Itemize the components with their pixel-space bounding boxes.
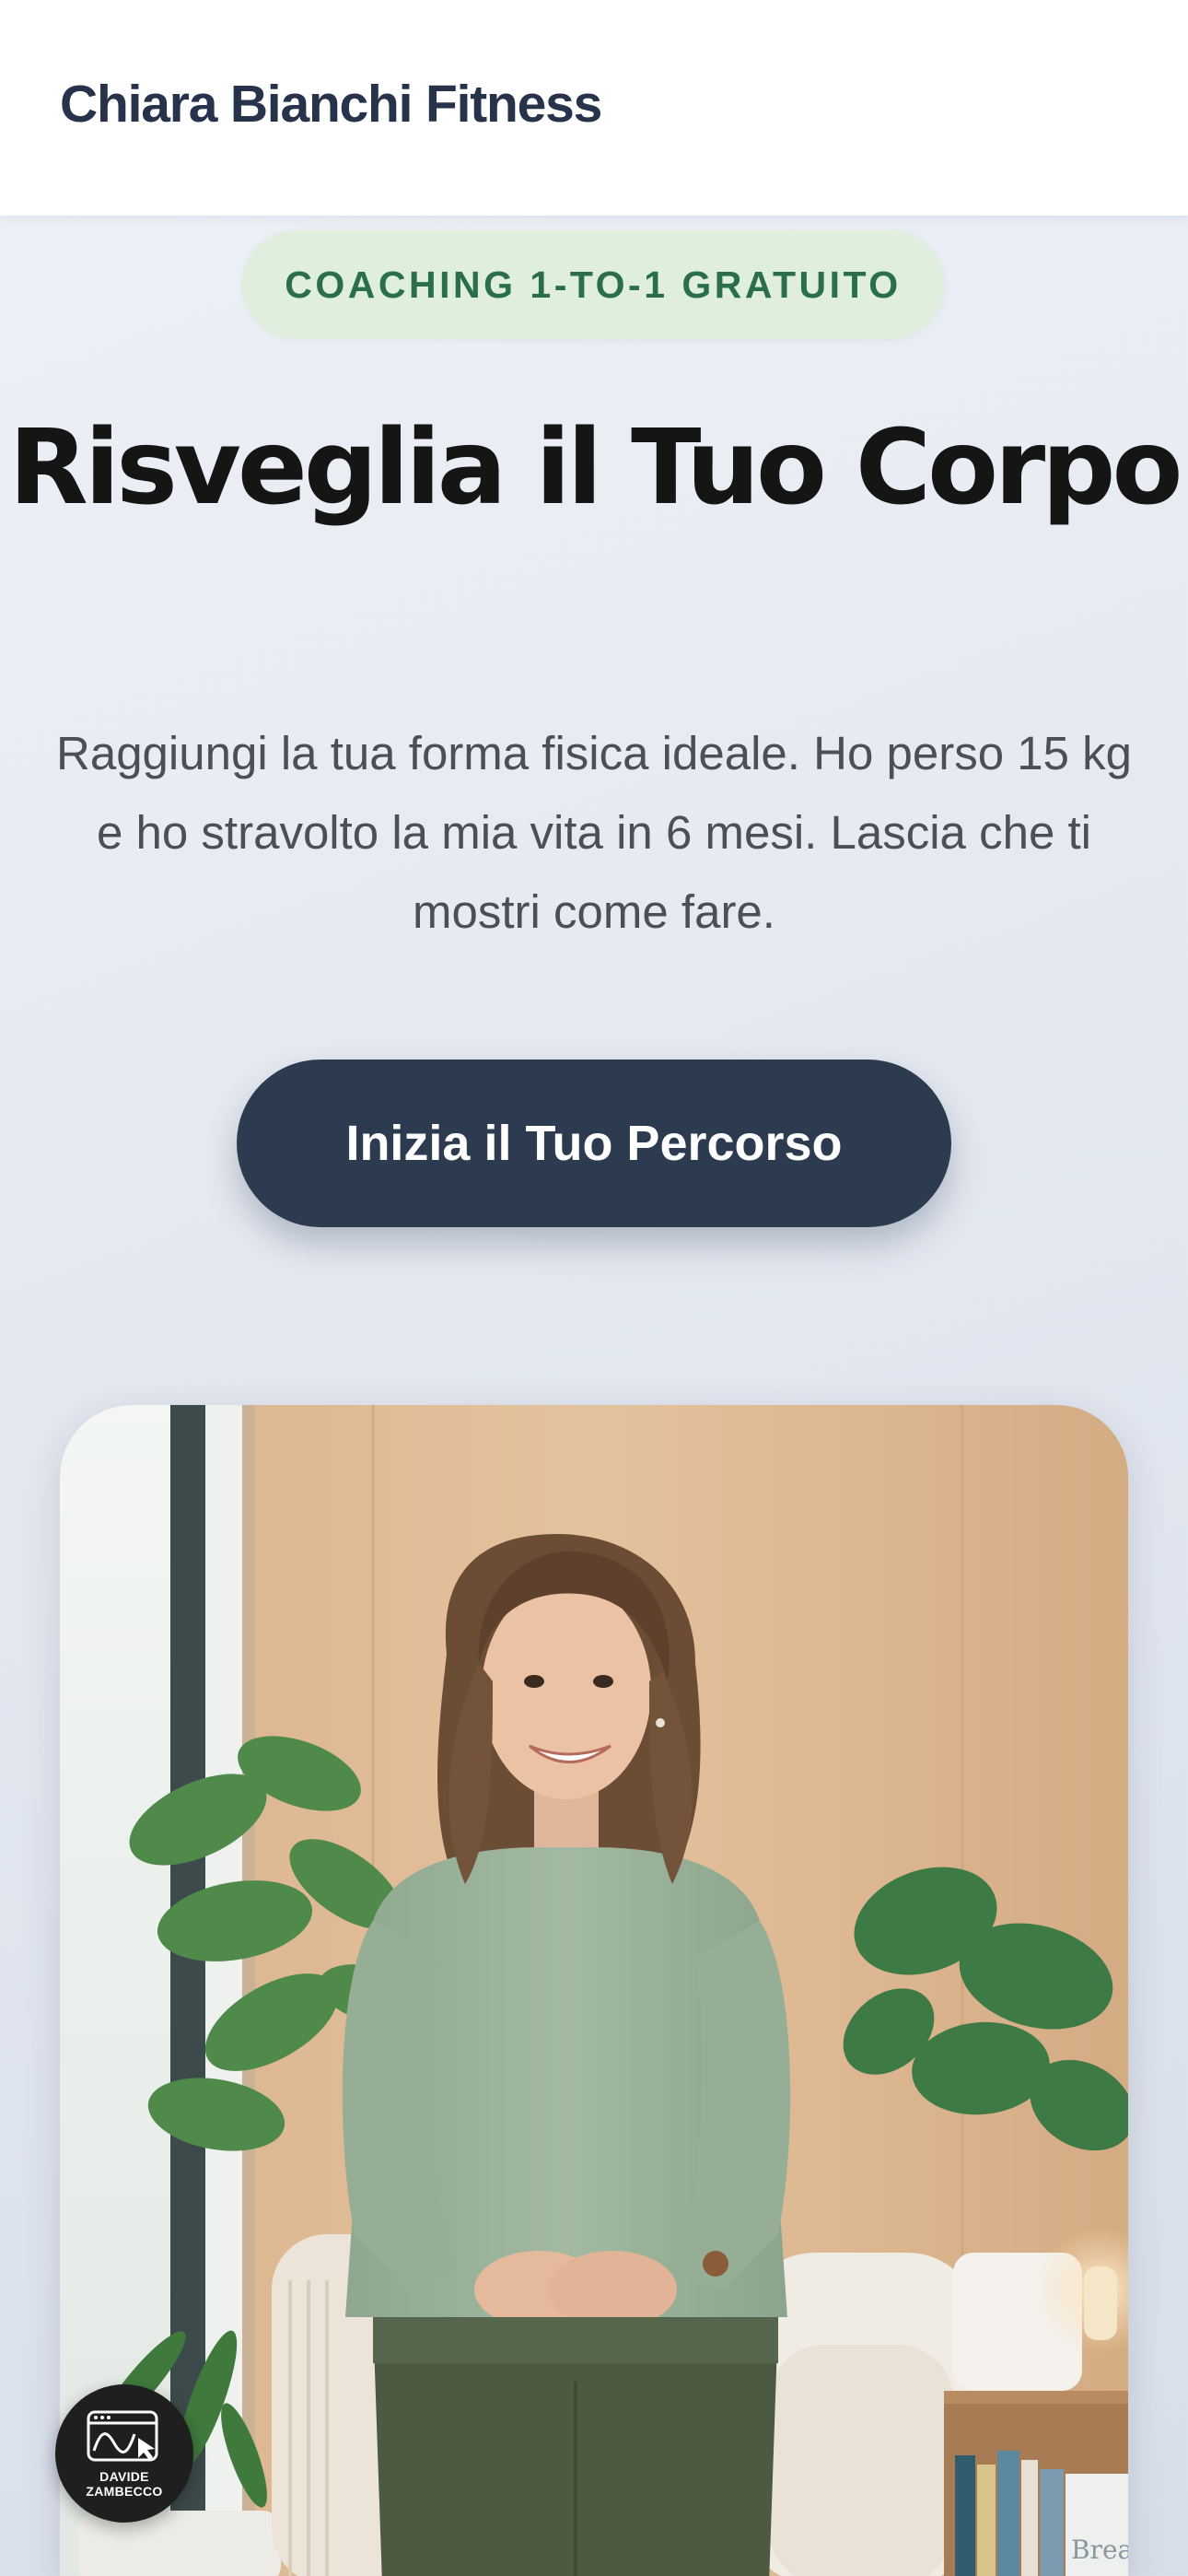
brand-logo-text[interactable]: Chiara Bianchi Fitness <box>60 74 602 135</box>
coach-photo: Breat <box>60 1405 1128 2576</box>
credit-widget-label: DAVIDE ZAMBECCO <box>86 2469 163 2499</box>
site-header: Chiara Bianchi Fitness <box>0 0 1188 216</box>
start-journey-button[interactable]: Inizia il Tuo Percorso <box>237 1060 951 1227</box>
hero-title: Risveglia il Tuo Corpo <box>8 408 1183 528</box>
hero-subtitle: Raggiungi la tua forma fisica ideale. Ho… <box>56 727 1132 938</box>
book-spine-text: Breat <box>1071 2535 1128 2565</box>
coaching-badge: COACHING 1-TO-1 GRATUITO <box>242 230 944 339</box>
browser-chart-cursor-icon <box>87 2410 158 2462</box>
credit-widget[interactable]: DAVIDE ZAMBECCO <box>55 2384 193 2523</box>
coaching-badge-label: COACHING 1-TO-1 GRATUITO <box>285 263 902 306</box>
